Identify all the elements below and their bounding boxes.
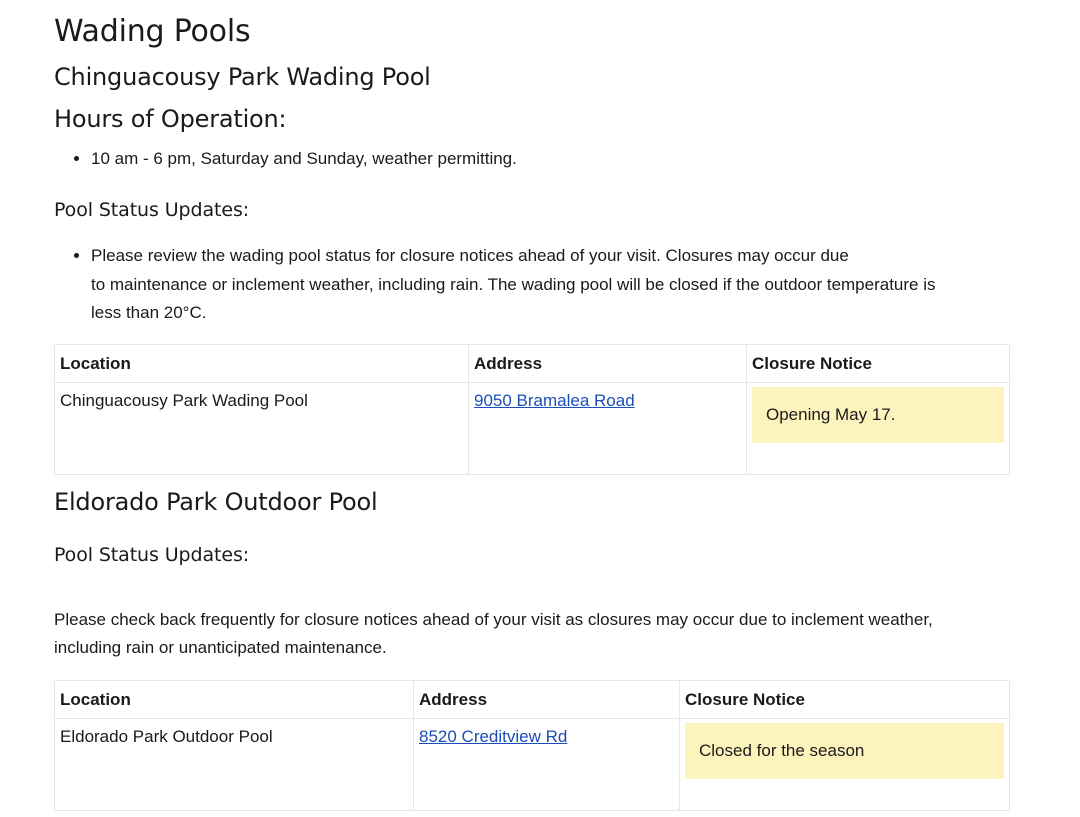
chinguacousy-status-list: Please review the wading pool status for… (54, 242, 1010, 328)
location-cell: Chinguacousy Park Wading Pool (54, 382, 469, 475)
column-header-closure-notice: Closure Notice (679, 680, 1010, 719)
location-cell: Eldorado Park Outdoor Pool (54, 718, 414, 811)
eldorado-heading: Eldorado Park Outdoor Pool (54, 488, 378, 516)
hours-heading: Hours of Operation: (54, 105, 287, 133)
eldorado-table: Location Address Closure Notice Eldorado… (54, 680, 1010, 811)
column-header-address: Address (468, 344, 747, 383)
table-row: Eldorado Park Outdoor Pool 8520 Creditvi… (54, 718, 1010, 811)
closure-notice-badge: Opening May 17. (752, 387, 1004, 443)
hours-item: 10 am - 6 pm, Saturday and Sunday, weath… (91, 145, 517, 174)
address-link[interactable]: 9050 Bramalea Road (474, 391, 635, 410)
address-cell: 8520 Creditview Rd (413, 718, 680, 811)
column-header-closure-notice: Closure Notice (746, 344, 1010, 383)
closure-notice-cell: Closed for the season (679, 718, 1010, 811)
address-cell: 9050 Bramalea Road (468, 382, 747, 475)
chinguacousy-status-item: Please review the wading pool status for… (91, 242, 1010, 328)
table-row: Chinguacousy Park Wading Pool 9050 Brama… (54, 382, 1010, 475)
status-line-3: less than 20°C. (91, 303, 207, 322)
column-header-location: Location (54, 344, 469, 383)
closure-notice-cell: Opening May 17. (746, 382, 1010, 475)
chinguacousy-table: Location Address Closure Notice Chinguac… (54, 344, 1010, 475)
eldorado-status-heading: Pool Status Updates: (54, 544, 250, 566)
eldorado-status-line-2: including rain or unanticipated maintena… (54, 638, 387, 657)
table-header-row: Location Address Closure Notice (54, 680, 1010, 719)
chinguacousy-status-heading: Pool Status Updates: (54, 199, 250, 221)
address-link[interactable]: 8520 Creditview Rd (419, 727, 567, 746)
status-line-2: to maintenance or inclement weather, inc… (91, 274, 936, 294)
closure-notice-badge: Closed for the season (685, 723, 1004, 779)
column-header-address: Address (413, 680, 680, 719)
eldorado-status-text: Please check back frequently for closure… (54, 606, 1010, 662)
status-line-1: Please review the wading pool status for… (91, 246, 849, 265)
chinguacousy-heading: Chinguacousy Park Wading Pool (54, 63, 431, 91)
table-header-row: Location Address Closure Notice (54, 344, 1010, 383)
column-header-location: Location (54, 680, 414, 719)
hours-list: 10 am - 6 pm, Saturday and Sunday, weath… (54, 145, 517, 174)
eldorado-status-line-1: Please check back frequently for closure… (54, 610, 933, 629)
page-title: Wading Pools (54, 14, 251, 49)
